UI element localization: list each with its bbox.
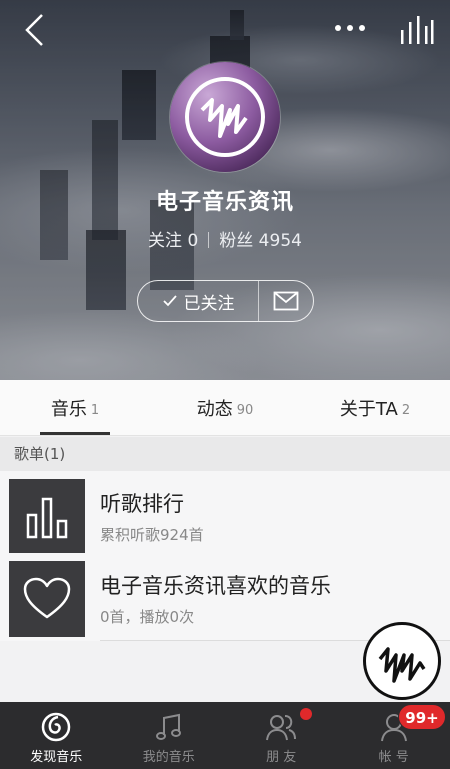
nav-label: 我的音乐: [142, 750, 195, 765]
playlist-title: 听歌排行: [100, 492, 184, 516]
back-button[interactable]: [22, 12, 50, 48]
followed-label: 已关注: [183, 293, 235, 314]
logo-icon: [185, 77, 265, 157]
now-playing-button[interactable]: [396, 12, 436, 48]
playlist-subtitle: 累积听歌924首: [100, 526, 204, 544]
bottom-navigation: 发现音乐 我的音乐 朋 友 帐 号: [0, 702, 450, 769]
nav-label: 朋 友: [266, 750, 297, 765]
friends-notification-dot: [300, 708, 312, 720]
netease-music-icon: [42, 712, 71, 742]
avatar[interactable]: [170, 62, 280, 172]
profile-header: 电子音乐资讯 关注 0 粉丝 4954 已关注: [0, 0, 450, 380]
nav-label: 帐 号: [378, 750, 409, 765]
logo-icon: [378, 647, 426, 683]
profile-stats: 关注 0 粉丝 4954: [0, 226, 450, 251]
more-dots-icon: [335, 25, 365, 31]
playlist-thumb: [9, 479, 85, 555]
profile-name: 电子音乐资讯: [155, 190, 294, 215]
follow-actions: 已关注: [137, 280, 314, 322]
tab-count: 2: [401, 402, 411, 418]
tab-label: 关于TA: [339, 399, 398, 420]
check-icon: [162, 295, 177, 307]
friends-icon: [266, 715, 297, 741]
account-notification-badge: 99+: [398, 704, 446, 730]
tab-about[interactable]: 关于TA 2: [300, 380, 450, 436]
nav-friends[interactable]: 朋 友: [225, 702, 338, 769]
active-tab-indicator: [40, 432, 110, 435]
heart-icon: [23, 577, 71, 619]
playlist-item-ranking[interactable]: 听歌排行 累积听歌924首: [0, 471, 450, 559]
followers-count[interactable]: 粉丝 4954: [219, 231, 302, 251]
mail-icon: [273, 291, 299, 311]
section-title: 歌单(1): [0, 437, 450, 471]
following-count[interactable]: 关注 0: [148, 231, 198, 251]
playlist-subtitle: 0首，播放0次: [100, 608, 195, 626]
followed-button[interactable]: 已关注: [138, 281, 259, 321]
equalizer-icon: [401, 16, 434, 44]
chevron-left-icon: [25, 14, 43, 46]
tab-count: 1: [90, 402, 100, 418]
tab-music[interactable]: 音乐 1: [0, 380, 150, 436]
message-button[interactable]: [259, 281, 313, 321]
nav-my-music[interactable]: 我的音乐: [113, 702, 226, 769]
nav-discover[interactable]: 发现音乐: [0, 702, 113, 769]
floating-player-button[interactable]: [363, 622, 441, 700]
tab-label: 动态: [196, 399, 233, 420]
nav-label: 发现音乐: [30, 750, 83, 765]
tab-count: 90: [236, 402, 254, 418]
music-note-icon: [155, 713, 181, 740]
playlist-title: 电子音乐资讯喜欢的音乐: [100, 574, 331, 598]
tab-label: 音乐: [50, 399, 87, 420]
playlist-thumb: [9, 561, 85, 637]
profile-tabs: 音乐 1 动态 90 关于TA 2: [0, 380, 450, 436]
bar-chart-icon: [26, 497, 68, 539]
tab-activity[interactable]: 动态 90: [150, 380, 300, 436]
more-button[interactable]: [330, 14, 370, 42]
